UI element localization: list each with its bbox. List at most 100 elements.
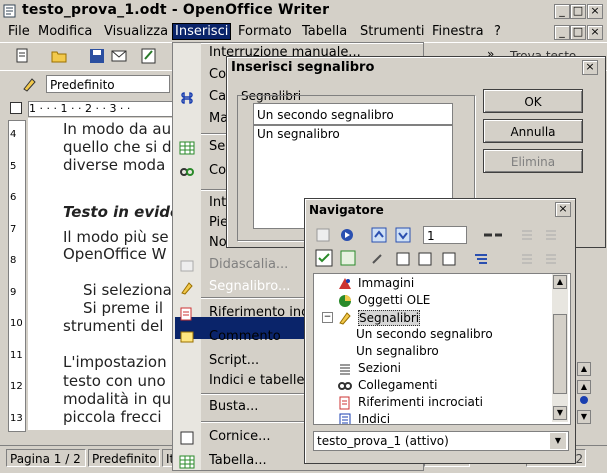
document-line: Il modo più se <box>63 228 169 246</box>
navigator-category[interactable]: Oggetti OLE <box>358 293 430 307</box>
menu-item[interactable]: No <box>209 235 227 250</box>
sections-icon <box>338 362 352 376</box>
menu-item[interactable]: Commento <box>209 329 281 344</box>
comment-icon <box>179 330 195 346</box>
document-vscroll[interactable]: ▲ ▲ ▼ <box>575 360 592 440</box>
document-line: Si seleziona <box>83 281 172 299</box>
navigator-category[interactable]: Indici <box>358 412 390 424</box>
maximize-button[interactable]: □ <box>570 4 586 19</box>
navigator-bookmark-entry[interactable]: Un secondo segnalibro <box>356 327 493 341</box>
menu-help[interactable]: ? <box>494 24 501 39</box>
previous-page-icon[interactable]: ▲ <box>577 380 591 394</box>
doc-restore-button[interactable]: □ <box>570 25 586 40</box>
menu-formato[interactable]: Formato <box>238 24 292 39</box>
navigation-icon[interactable] <box>339 227 355 243</box>
open-folder-icon[interactable] <box>50 47 68 65</box>
menu-item[interactable]: Co <box>209 67 226 82</box>
list-box-toggle-icon[interactable] <box>315 249 333 267</box>
scroll-up-icon[interactable]: ▲ <box>577 362 591 376</box>
bookmark-name-input[interactable]: Un secondo segnalibro <box>253 103 453 125</box>
navigation-dot-icon[interactable] <box>580 396 588 404</box>
page-number-stepper[interactable]: 1 <box>423 226 467 244</box>
email-icon[interactable] <box>110 47 128 65</box>
styles-icon[interactable] <box>20 75 38 93</box>
menu-item[interactable]: Didascalia... <box>209 257 288 272</box>
edit-link-icon[interactable] <box>369 251 385 267</box>
cancel-button[interactable]: Annulla <box>483 119 583 143</box>
ruler-number: 4 <box>10 129 17 140</box>
bookmark-icon <box>338 311 352 325</box>
navigator-bookmark-entry[interactable]: Un segnalibro <box>356 344 439 358</box>
page-indicator: Pagina 1 / 2 <box>6 449 86 467</box>
document-heading: Testo in evide <box>63 203 178 221</box>
scroll-thumb[interactable] <box>553 314 567 394</box>
document-line: quello che si d <box>63 138 172 156</box>
menu-item[interactable]: Co <box>209 163 226 178</box>
delete-button[interactable]: Elimina <box>483 149 583 173</box>
footer-icon[interactable] <box>417 251 433 267</box>
menu-item[interactable]: Tabella... <box>209 453 267 468</box>
close-button[interactable]: × <box>587 4 603 19</box>
menu-visualizza[interactable]: Visualizza <box>104 24 168 39</box>
next-page-icon[interactable]: ▼ <box>577 410 591 424</box>
navigator-tree[interactable]: ▲ ▼ Immagini Oggetti OLE − Segnalibri Un sec… <box>313 273 571 425</box>
navigator-category[interactable]: Riferimenti incrociati <box>358 395 483 409</box>
minimize-button[interactable]: _ <box>554 4 570 19</box>
menu-file[interactable]: File <box>8 24 30 39</box>
crossref-icon <box>338 396 352 410</box>
navigator-category[interactable]: Immagini <box>358 276 414 290</box>
next-page-icon[interactable] <box>395 227 411 243</box>
bookmark-list-item[interactable]: Un segnalibro <box>257 127 340 141</box>
menu-icon-strip <box>173 43 201 470</box>
scroll-down-icon[interactable]: ▼ <box>553 406 567 420</box>
dialog-close-button[interactable]: × <box>582 60 598 75</box>
menu-item[interactable]: Segnalibro... <box>209 279 290 294</box>
edit-file-icon[interactable] <box>140 47 158 65</box>
menu-item[interactable]: Cornice... <box>209 429 271 444</box>
document-select[interactable]: testo_prova_1 (attivo) ▼ <box>313 431 569 451</box>
menu-item[interactable]: Se <box>209 139 225 154</box>
anchor-icon[interactable] <box>441 251 457 267</box>
link-icon <box>179 164 195 180</box>
menu-finestra[interactable]: Finestra <box>432 24 484 39</box>
paragraph-style-combo[interactable]: Predefinito <box>46 75 170 93</box>
ruler-marks: 1 · · · 1 · · 2 · · 3 · · <box>28 101 180 117</box>
scroll-up-icon[interactable]: ▲ <box>553 275 567 289</box>
doc-close-button[interactable]: × <box>587 25 603 40</box>
menu-inserisci[interactable]: Inserisci <box>172 23 232 40</box>
navigator-category[interactable]: Segnalibri <box>358 310 421 326</box>
collapse-toggle-icon[interactable]: − <box>322 312 333 323</box>
chevron-down-icon[interactable]: ▼ <box>550 433 566 449</box>
document-page[interactable]: In modo da au quello che si d diverse moda… <box>28 118 178 430</box>
tab-stop-icon[interactable] <box>10 102 22 114</box>
navigator-close-button[interactable]: × <box>555 202 571 217</box>
save-icon[interactable] <box>88 47 106 65</box>
menu-modifica[interactable]: Modifica <box>38 24 92 39</box>
ok-button[interactable]: OK <box>483 89 583 113</box>
navigator-category[interactable]: Sezioni <box>358 361 401 375</box>
navigator-category[interactable]: Collegamenti <box>358 378 437 392</box>
menu-bar: File Modifica Visualizza Inserisci Forma… <box>0 22 607 42</box>
ruler-number: 11 <box>10 349 23 361</box>
ruler-number: 8 <box>10 255 17 266</box>
menu-strumenti[interactable]: Strumenti <box>360 24 425 39</box>
previous-page-icon[interactable] <box>371 227 387 243</box>
menu-tabella[interactable]: Tabella <box>302 24 347 39</box>
drag-mode-icon[interactable] <box>481 227 505 243</box>
menu-item[interactable]: Indici e tabelle <box>209 373 305 388</box>
new-document-icon[interactable] <box>14 47 32 65</box>
content-navigation-icon[interactable] <box>339 249 357 267</box>
menu-item[interactable]: Script... <box>209 353 259 368</box>
header-icon[interactable] <box>395 251 411 267</box>
navigator-tree-scrollbar[interactable]: ▲ ▼ <box>552 274 568 422</box>
document-line: modalità in qu <box>63 390 172 408</box>
menu-item[interactable]: Busta... <box>209 399 258 414</box>
ruler-number: 7 <box>10 223 17 235</box>
writer-app-icon <box>3 4 16 18</box>
content-view-icon[interactable] <box>315 227 331 243</box>
menu-item[interactable]: Ca <box>209 89 226 104</box>
heading-levels-icon[interactable] <box>473 251 493 267</box>
doc-minimize-button[interactable]: _ <box>554 25 570 40</box>
navigator-title: Navigatore <box>309 203 384 217</box>
menu-item[interactable]: Int <box>209 195 226 210</box>
